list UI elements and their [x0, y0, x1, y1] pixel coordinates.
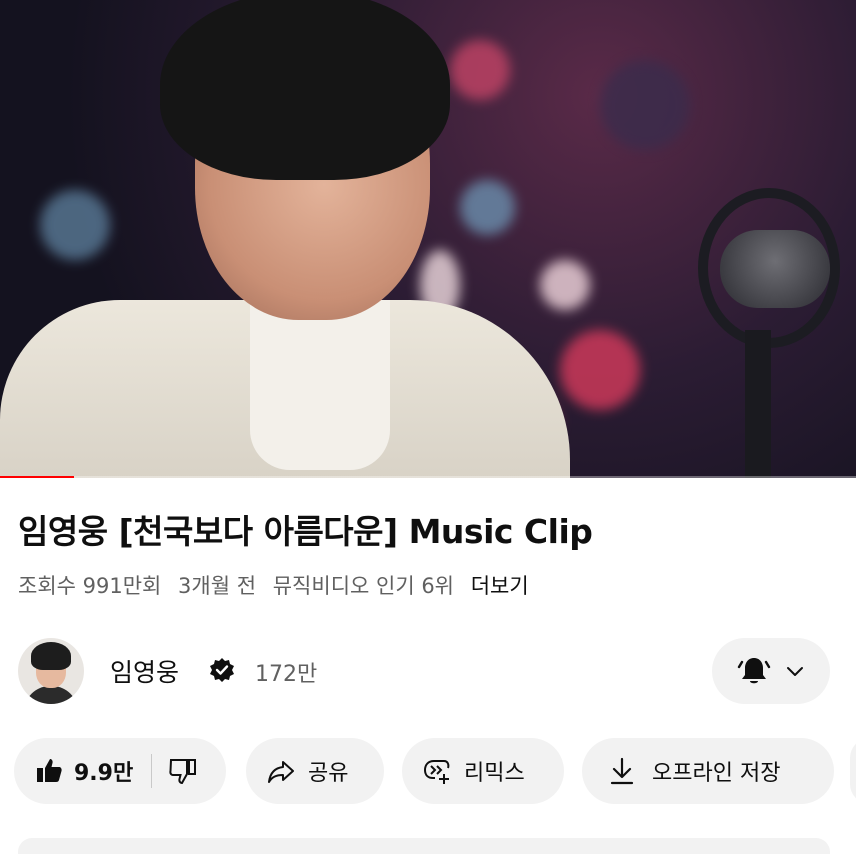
remix-icon [422, 756, 452, 786]
remix-button[interactable]: 리믹스 [402, 738, 564, 804]
person-hair [160, 0, 450, 180]
like-count[interactable]: 9.9만 [74, 755, 133, 787]
verified-badge-icon [208, 656, 236, 684]
progress-fill [0, 476, 75, 478]
share-icon [266, 756, 296, 786]
microphone [720, 230, 830, 308]
share-label: 공유 [308, 761, 349, 786]
video-player[interactable] [0, 0, 856, 478]
background-light [600, 60, 690, 150]
shirt-collar [250, 300, 390, 470]
background-light [450, 40, 510, 100]
subscriber-count: 172만 [255, 662, 318, 687]
bell-icon [737, 654, 771, 688]
background-light [460, 180, 515, 235]
like-divider [151, 754, 153, 788]
channel-avatar[interactable] [18, 638, 84, 704]
offline-save-button[interactable]: 오프라인 저장 [582, 738, 834, 804]
background-light [40, 190, 110, 260]
progress-bar[interactable] [0, 476, 856, 478]
upload-age: 3개월 전 [178, 574, 257, 598]
remix-label: 리믹스 [464, 761, 525, 786]
offline-save-label: 오프라인 저장 [652, 761, 781, 786]
download-icon [608, 756, 636, 786]
microphone-stand [745, 330, 771, 478]
more-actions-button[interactable] [850, 738, 856, 804]
video-title: 임영웅 [천국보다 아름다운] Music Clip [18, 512, 593, 551]
share-button[interactable]: 공유 [246, 738, 384, 804]
notification-bell-button[interactable] [712, 638, 830, 704]
more-link[interactable]: 더보기 [471, 574, 529, 598]
like-dislike-group: 9.9만 [14, 738, 226, 804]
comments-preview-card[interactable] [18, 838, 830, 854]
chevron-down-icon [785, 661, 805, 681]
view-count: 조회수 991만회 [18, 574, 162, 598]
video-meta[interactable]: 조회수 991만회 3개월 전 뮤직비디오 인기 6위 더보기 [18, 570, 539, 600]
trending-rank: 뮤직비디오 인기 6위 [272, 574, 455, 598]
dislike-icon[interactable] [168, 756, 198, 786]
background-light [560, 330, 640, 410]
like-icon[interactable] [34, 756, 64, 786]
channel-name[interactable]: 임영웅 [110, 653, 179, 689]
background-light [540, 260, 590, 310]
